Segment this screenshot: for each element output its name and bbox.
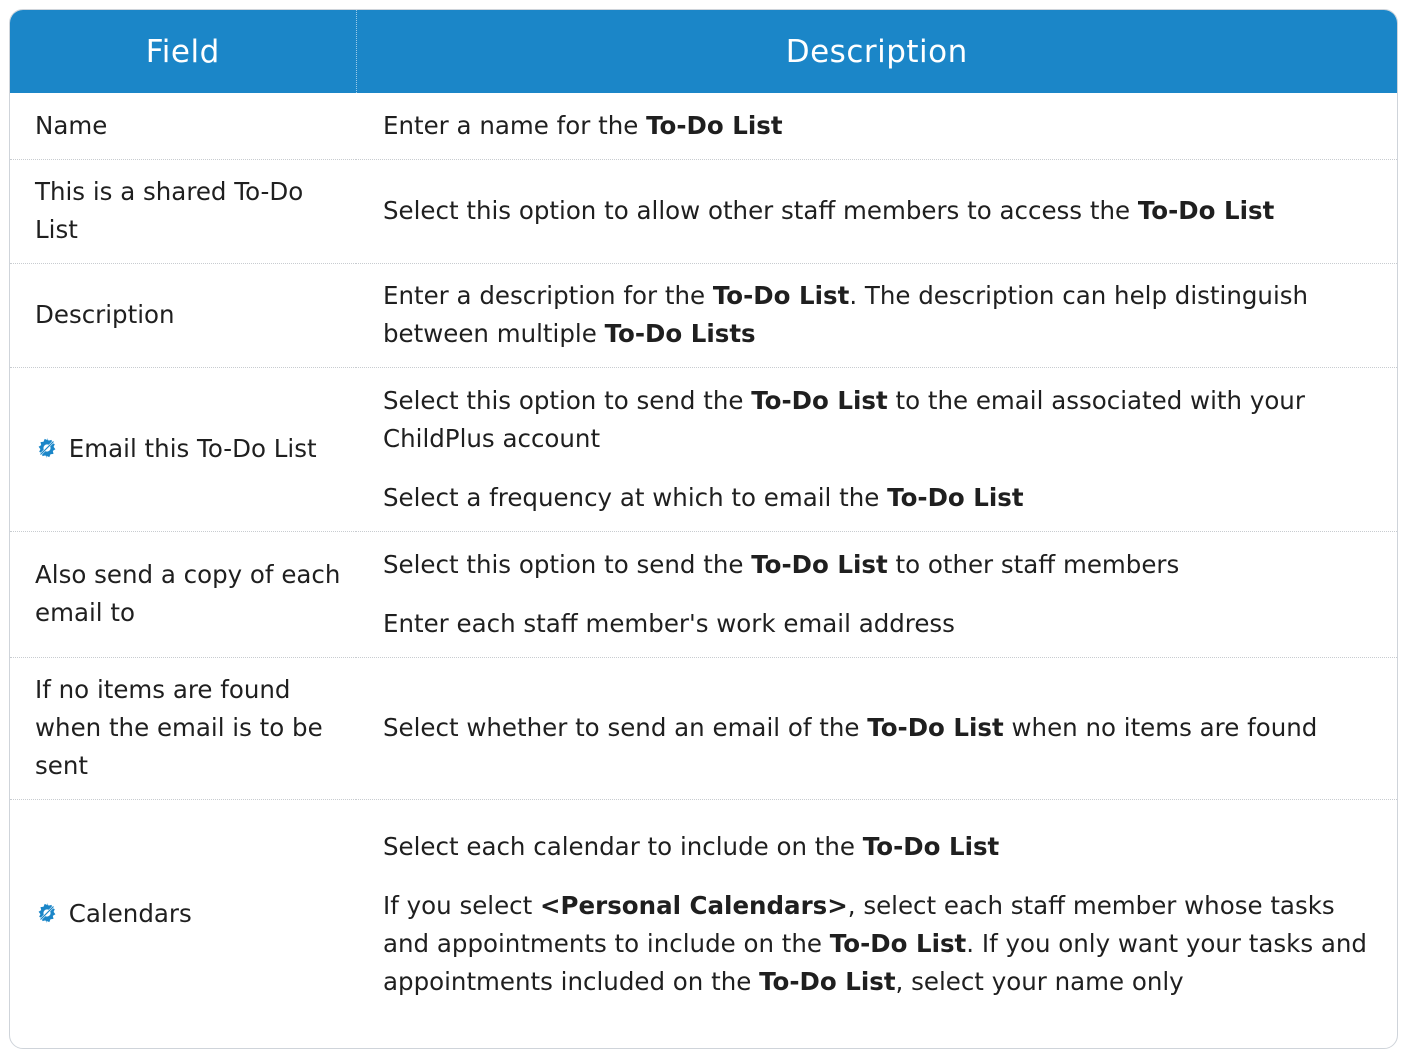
table-row: If no items are found when the email is … [10, 657, 1397, 800]
description-paragraph: Enter a name for the To-Do List [383, 107, 1383, 145]
description-text: Select this option to allow other staff … [383, 196, 1138, 225]
description-text: Select this option to send the [383, 549, 752, 579]
table-row: Calendars Select each calendar to include… [10, 799, 1397, 1029]
ui-term: To-Do List [759, 966, 896, 996]
ui-term: To-Do Lists [604, 319, 756, 348]
description-text: Select this option to send the [383, 385, 752, 415]
description-text: , select your name only [895, 966, 1184, 996]
description-text: when no items are found [1003, 713, 1318, 742]
description-text: Select a frequency at which to email the [383, 482, 888, 512]
description-cell: Select each calendar to include on the T… [356, 799, 1397, 1029]
field-label: This is a shared To-Do List [35, 177, 304, 244]
field-cell: Name [10, 93, 356, 160]
table-row: Also send a copy of each email to Select … [10, 531, 1397, 658]
description-cell: Enter a name for the To-Do List [356, 93, 1397, 160]
description-paragraph: If you select <Personal Calendars> , sele… [383, 887, 1383, 1001]
field-label: If no items are found when the email is … [35, 675, 323, 780]
description-cell: Select whether to send an email of the T… [356, 657, 1397, 800]
description-paragraph: Enter each staff member's work email add… [383, 605, 1383, 643]
description-paragraph: Select this option to allow other staff … [383, 192, 1383, 230]
description-paragraph: Select each calendar to include on the T… [383, 828, 1383, 866]
ui-term: To-Do List [887, 482, 1024, 512]
table-row: Description Enter a description for the T… [10, 263, 1397, 368]
ui-term: To-Do List [712, 281, 850, 310]
table-body: Name Enter a name for the To-Do List This … [10, 93, 1397, 1029]
ui-term: To-Do List [867, 713, 1004, 742]
description-text: Enter each staff member's work email add… [383, 608, 955, 638]
description-paragraph: Select whether to send an email of the T… [383, 709, 1383, 747]
description-text: to other staff members [887, 549, 1180, 579]
table-row: Name Enter a name for the To-Do List [10, 93, 1397, 160]
ui-term: To-Do List [751, 385, 888, 415]
gear-icon [35, 901, 59, 925]
description-paragraph: Select this option to send the To-Do Lis… [383, 382, 1383, 458]
ui-term: To-Do List [1137, 196, 1275, 225]
description-cell: Select this option to send the To-Do Lis… [356, 531, 1397, 658]
ui-term: To-Do List [751, 549, 888, 579]
header-field: Field [10, 10, 357, 93]
field-cell: Email this To-Do List [10, 367, 356, 532]
field-label: Calendars [68, 899, 192, 929]
ui-term: To-Do List [862, 831, 1000, 861]
field-label: Name [35, 110, 108, 140]
ui-term: To-Do List [829, 928, 967, 958]
header-description: Description [356, 10, 1397, 93]
header-row: Field Description [10, 10, 1397, 93]
description-text: If you select [383, 890, 541, 920]
field-label: Email this To-Do List [68, 434, 317, 463]
description-cell: Select this option to send the To-Do Lis… [356, 367, 1397, 532]
field-cell: This is a shared To-Do List [10, 159, 356, 264]
description-text: Select whether to send an email of the [383, 713, 868, 742]
description-text: Select each calendar to include on the [383, 831, 863, 861]
description-paragraph: Select this option to send the To-Do Lis… [383, 546, 1383, 584]
field-label: Also send a copy of each email to [35, 560, 341, 627]
description-paragraph: Select a frequency at which to email the… [383, 479, 1383, 517]
field-cell: Also send a copy of each email to [10, 531, 356, 658]
field-cell: If no items are found when the email is … [10, 657, 356, 800]
ui-term: To-Do List [646, 110, 783, 140]
gear-icon [35, 436, 59, 460]
field-cell: Calendars [10, 799, 356, 1029]
fields-table: Field Description Name Enter a name for t… [10, 10, 1397, 1029]
description-cell: Enter a description for the To-Do List. … [356, 263, 1397, 368]
description-text: Enter a name for the [383, 110, 647, 140]
field-label: Description [35, 300, 175, 329]
table-row: Email this To-Do List Select this option … [10, 367, 1397, 532]
table-row: This is a shared To-Do List Select this o… [10, 159, 1397, 264]
description-text: Enter a description for the [383, 281, 713, 310]
fields-table-container: Field Description Name Enter a name for t… [9, 9, 1398, 1049]
field-cell: Description [10, 263, 356, 368]
description-cell: Select this option to allow other staff … [356, 159, 1397, 264]
ui-term: <Personal Calendars> [540, 890, 848, 920]
description-paragraph: Enter a description for the To-Do List. … [383, 277, 1383, 353]
